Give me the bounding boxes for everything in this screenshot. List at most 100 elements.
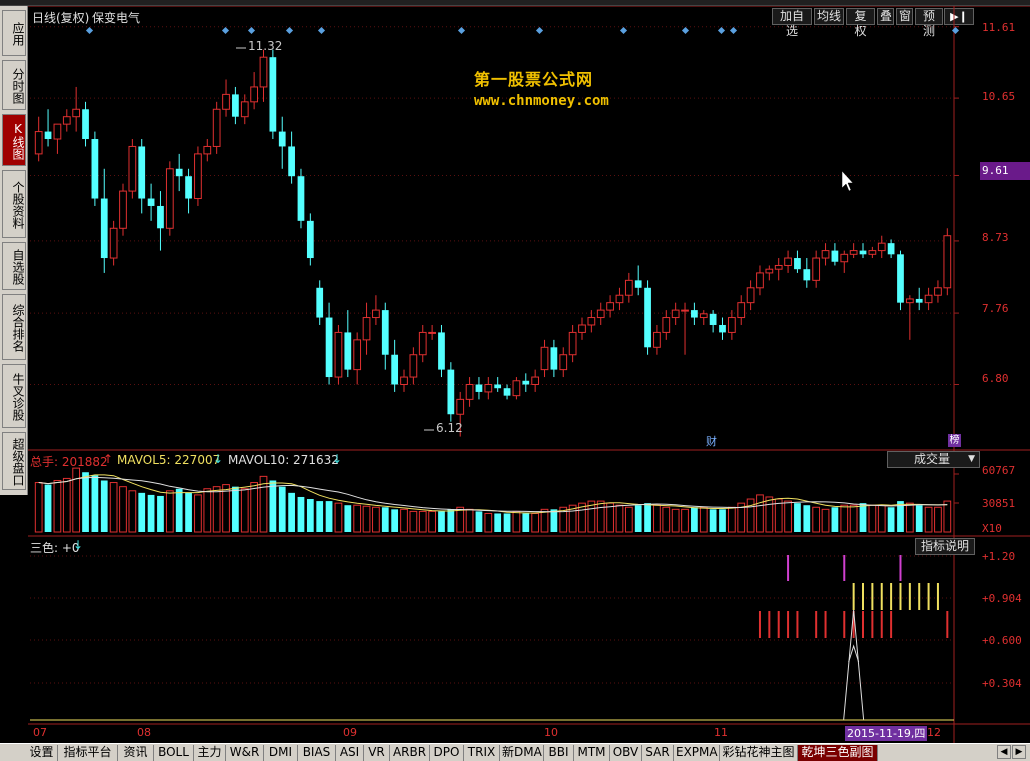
tab-8[interactable]: ASI (336, 745, 364, 761)
volume-bar (447, 509, 455, 532)
volume-bar (465, 508, 474, 533)
tab-13[interactable]: 新DMA (500, 745, 544, 761)
volume-bar (821, 508, 830, 533)
sidebar-item-7[interactable]: 超级盘口 (2, 432, 26, 490)
tab-11[interactable]: DPO (430, 745, 464, 761)
volume-bar (887, 507, 895, 532)
volume-bar (344, 505, 352, 532)
candle-body (774, 264, 783, 270)
volume-bar (400, 508, 408, 533)
candle-body (400, 376, 408, 385)
down-arrow-icon: ↓ (73, 538, 84, 552)
candle-body (803, 269, 811, 281)
candle-body (240, 101, 249, 118)
volume-total: 总手: 201882 (30, 455, 108, 469)
candle-body (746, 287, 755, 304)
candle-body (372, 309, 380, 319)
volume-bar (306, 499, 314, 532)
tab-5[interactable]: W&R (226, 745, 264, 761)
volume-bar (596, 500, 605, 533)
candle-body (391, 354, 399, 385)
candle-body (699, 313, 708, 319)
candle-body (44, 131, 52, 140)
sidebar-item-0[interactable]: 应用 (2, 10, 26, 56)
tab-1[interactable]: 指标平台 (58, 745, 118, 761)
volume-bar (719, 509, 726, 532)
tab-16[interactable]: OBV (610, 745, 642, 761)
chart-grid (28, 6, 1030, 743)
candle-body (587, 317, 596, 326)
candle-body (531, 376, 540, 385)
candle-body (203, 145, 212, 155)
candle-body (727, 317, 736, 333)
volume-bar (681, 508, 689, 533)
tab-0[interactable]: 设置 (26, 745, 58, 761)
watermark-title: 第一股票公式网 (474, 70, 594, 89)
volume-bar (803, 505, 811, 532)
sidebar-item-1[interactable]: 分时图 (2, 60, 26, 110)
tab-4[interactable]: 主力 (194, 745, 226, 761)
kline-chart[interactable] (28, 6, 1030, 743)
volume-bar (624, 506, 633, 533)
event-marker-4 (317, 26, 326, 35)
indicator-tab-bar: 设置 指标平台 资讯 BOLL 主力 W&R DMI BIAS ASI VR ARBR DPO TRIX… (0, 743, 1030, 761)
candle-body (868, 250, 877, 255)
volume-bar (943, 500, 952, 533)
tab-19[interactable]: 彩钻花神主图 (720, 745, 798, 761)
candle-body (831, 250, 839, 262)
tab-12[interactable]: TRIX (464, 745, 500, 761)
indicator-select[interactable]: 成交量 ▼ (887, 451, 980, 468)
tab-6[interactable]: DMI (264, 745, 298, 761)
chevron-down-icon: ▼ (968, 454, 975, 464)
candle-body (109, 227, 118, 259)
candle-body (671, 309, 680, 319)
tab-3[interactable]: BOLL (154, 745, 194, 761)
tab-14[interactable]: BBI (544, 745, 574, 761)
candle-body (512, 380, 521, 397)
candle-body (185, 176, 192, 199)
candle-body (578, 324, 586, 333)
sidebar-item-4[interactable]: 自选股 (2, 242, 26, 290)
volume-bar (175, 488, 183, 532)
tab-7[interactable]: BIAS (298, 745, 336, 761)
sidebar-item-2[interactable]: K线图 (2, 114, 26, 166)
candle-body (165, 168, 174, 229)
rank-marker[interactable]: 榜 (948, 434, 961, 447)
month-label-11: 11 (714, 726, 728, 739)
candle-body (222, 93, 230, 110)
candle-body (568, 331, 577, 356)
finance-marker[interactable]: 财 (706, 433, 717, 449)
scroll-right-icon[interactable]: ▶ (1012, 745, 1026, 759)
candle-body (175, 168, 183, 177)
sidebar-item-3[interactable]: 个股资料 (2, 170, 26, 238)
volume-bar (53, 479, 62, 533)
volume-bar (157, 495, 164, 532)
candle-body (897, 254, 904, 303)
candle-body (784, 257, 792, 266)
tab-10[interactable]: ARBR (390, 745, 430, 761)
candle-body (353, 339, 362, 371)
volume-bar (409, 510, 418, 533)
tab-20[interactable]: 乾坤三色副图 (798, 745, 878, 761)
event-marker-5 (457, 26, 466, 35)
mouse-cursor-icon (841, 170, 854, 192)
tab-17[interactable]: SAR (642, 745, 674, 761)
tab-9[interactable]: VR (364, 745, 390, 761)
left-sidebar: 应用分时图 K线图个股资料自选股综合排名牛叉诊股超级盘口 (0, 6, 28, 495)
tab-2[interactable]: 资讯 (118, 745, 154, 761)
candle-body (428, 331, 436, 334)
scroll-left-icon[interactable]: ◀ (997, 745, 1011, 759)
sidebar-item-6[interactable]: 牛叉诊股 (2, 364, 26, 428)
price-label-2: 10.65 (982, 90, 1016, 103)
volume-bar (503, 513, 511, 532)
sidebar-item-5[interactable]: 综合排名 (2, 294, 26, 360)
candle-body (62, 116, 71, 125)
tab-18[interactable]: EXPMA (674, 745, 720, 761)
candle-body (269, 57, 277, 132)
volume-bar (250, 482, 259, 533)
candle-body (681, 309, 689, 312)
tab-15[interactable]: MTM (574, 745, 610, 761)
volume-bar (316, 501, 324, 532)
indicator-help-button[interactable]: 指标说明 (915, 538, 975, 555)
volume-axis-1: 60767 (982, 464, 1016, 477)
